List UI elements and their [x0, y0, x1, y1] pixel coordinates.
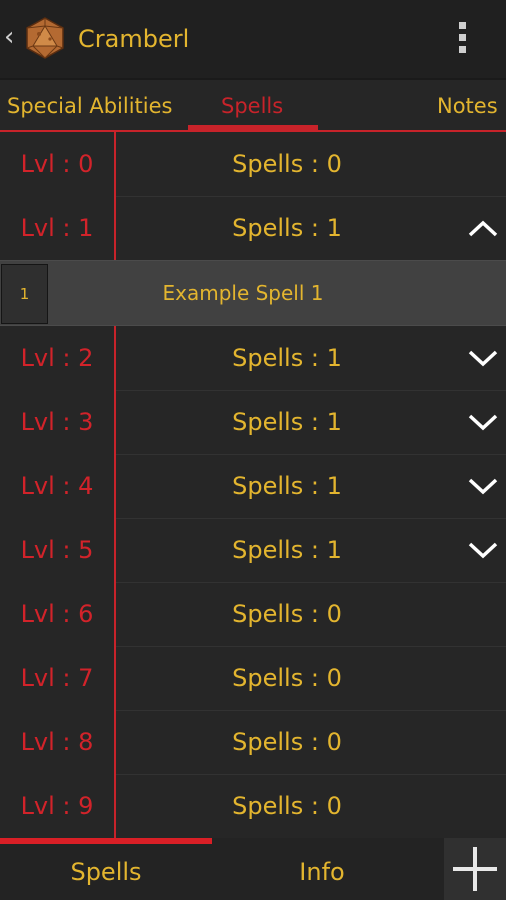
- level-row-9[interactable]: Lvl : 9 Spells : 0: [0, 774, 506, 838]
- chevron-down-icon[interactable]: [466, 408, 500, 436]
- spell-count: Spells : 1: [232, 214, 342, 242]
- tab-bar: Special Abilities Spells Notes: [0, 80, 506, 132]
- level-label: Lvl : 6: [20, 600, 94, 628]
- level-row-8[interactable]: Lvl : 8 Spells : 0: [0, 710, 506, 774]
- tab-spells[interactable]: Spells: [221, 94, 283, 118]
- back-chevron-icon[interactable]: ‹: [4, 22, 14, 52]
- level-label: Lvl : 4: [20, 472, 94, 500]
- bottom-tab-spells[interactable]: Spells: [0, 844, 212, 900]
- level-label: Lvl : 2: [20, 344, 94, 372]
- chevron-up-icon[interactable]: [466, 214, 500, 242]
- level-row-4[interactable]: Lvl : 4 Spells : 1: [0, 454, 506, 518]
- level-label: Lvl : 5: [20, 536, 94, 564]
- spell-count: Spells : 1: [232, 472, 342, 500]
- level-label: Lvl : 1: [20, 214, 94, 242]
- level-column-divider: [114, 326, 116, 838]
- level-row-6[interactable]: Lvl : 6 Spells : 0: [0, 582, 506, 646]
- add-spell-button[interactable]: [444, 838, 506, 900]
- spell-count: Spells : 0: [232, 792, 342, 820]
- level-row-5[interactable]: Lvl : 5 Spells : 1: [0, 518, 506, 582]
- chevron-down-icon[interactable]: [466, 536, 500, 564]
- spell-count: Spells : 0: [232, 600, 342, 628]
- chevron-down-icon[interactable]: [466, 344, 500, 372]
- spell-count: Spells : 1: [232, 408, 342, 436]
- tab-notes[interactable]: Notes: [437, 94, 498, 118]
- tab-special-abilities[interactable]: Special Abilities: [7, 94, 172, 118]
- spell-item[interactable]: 1 Example Spell 1: [0, 260, 506, 326]
- action-bar: ‹ Cramberl: [0, 0, 506, 80]
- spell-count: Spells : 1: [232, 344, 342, 372]
- spell-count: Spells : 1: [232, 536, 342, 564]
- spell-number-badge: 1: [1, 264, 48, 324]
- bottom-tab-info[interactable]: Info: [214, 844, 430, 900]
- level-label: Lvl : 3: [20, 408, 94, 436]
- bottom-tab-bar: Spells Info: [0, 838, 506, 900]
- level-row-1[interactable]: Lvl : 1 Spells : 1: [0, 196, 506, 260]
- level-row-2[interactable]: Lvl : 2 Spells : 1: [0, 326, 506, 390]
- level-label: Lvl : 0: [20, 150, 94, 178]
- level-column-divider: [114, 132, 116, 260]
- level-label: Lvl : 9: [20, 792, 94, 820]
- chevron-down-icon[interactable]: [466, 472, 500, 500]
- level-label: Lvl : 8: [20, 728, 94, 756]
- level-label: Lvl : 7: [20, 664, 94, 692]
- d20-die-icon[interactable]: [24, 17, 66, 59]
- overflow-menu-icon[interactable]: [449, 20, 475, 56]
- spell-count: Spells : 0: [232, 150, 342, 178]
- spell-count: Spells : 0: [232, 664, 342, 692]
- level-row-3[interactable]: Lvl : 3 Spells : 1: [0, 390, 506, 454]
- spell-count: Spells : 0: [232, 728, 342, 756]
- app-title: Cramberl: [78, 25, 190, 53]
- plus-icon: [473, 847, 477, 891]
- spell-name: Example Spell 1: [162, 281, 324, 305]
- level-row-7[interactable]: Lvl : 7 Spells : 0: [0, 646, 506, 710]
- level-row-0[interactable]: Lvl : 0 Spells : 0: [0, 132, 506, 196]
